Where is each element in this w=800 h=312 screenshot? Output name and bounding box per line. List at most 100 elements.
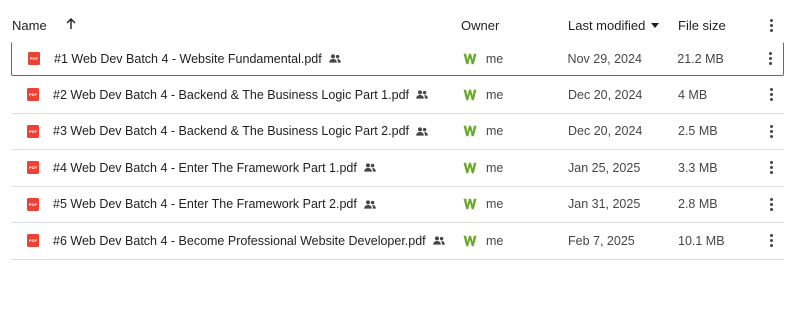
file-name[interactable]: #1 Web Dev Batch 4 - Website Fundamental… <box>54 52 322 66</box>
owner-logo-icon <box>463 88 477 102</box>
file-size-cell: 21.2 MB <box>677 52 757 66</box>
modified-date: Dec 20, 2024 <box>568 87 643 102</box>
file-size-cell: 3.3 MB <box>678 161 758 175</box>
owner-cell: me <box>461 88 568 102</box>
last-modified-cell: Jan 25, 2025 <box>568 161 678 175</box>
modified-date: Jan 25, 2025 <box>568 160 641 175</box>
sort-ascending-icon[interactable] <box>65 18 77 32</box>
file-row[interactable]: PDF #6 Web Dev Batch 4 - Become Professi… <box>11 223 784 260</box>
header-more-options-button[interactable] <box>758 15 784 35</box>
owner-logo-icon <box>463 197 477 211</box>
name-column-header[interactable]: Name <box>11 18 461 33</box>
last-modified-cell: Feb 7, 2025 <box>568 234 678 248</box>
owner-name: me <box>486 197 504 212</box>
file-row[interactable]: PDF #4 Web Dev Batch 4 - Enter The Frame… <box>11 150 784 187</box>
file-name[interactable]: #3 Web Dev Batch 4 - Backend & The Busin… <box>53 124 409 138</box>
file-name-cell: PDF #5 Web Dev Batch 4 - Enter The Frame… <box>11 197 461 211</box>
file-row[interactable]: PDF #2 Web Dev Batch 4 - Backend & The B… <box>11 77 784 114</box>
owner-name: me <box>486 87 504 102</box>
owner-column-header[interactable]: Owner <box>461 18 568 33</box>
last-modified-column-header[interactable]: Last modified <box>568 18 678 33</box>
file-name-cell: PDF #2 Web Dev Batch 4 - Backend & The B… <box>11 88 461 102</box>
more-vert-icon <box>761 158 781 178</box>
pdf-badge-text: PDF <box>28 92 38 98</box>
modified-date: Dec 20, 2024 <box>568 124 643 139</box>
modified-date: Feb 7, 2025 <box>568 233 635 248</box>
file-row[interactable]: PDF #3 Web Dev Batch 4 - Backend & The B… <box>11 114 784 150</box>
file-name[interactable]: #5 Web Dev Batch 4 - Enter The Framework… <box>53 197 357 211</box>
more-vert-icon <box>761 85 781 105</box>
file-size-cell: 4 MB <box>678 88 758 102</box>
pdf-file-icon: PDF <box>27 124 39 138</box>
owner-logo-icon <box>463 161 477 175</box>
shared-people-icon <box>328 54 341 63</box>
file-size: 2.8 MB <box>678 197 718 212</box>
owner-cell: me <box>461 124 568 138</box>
caret-down-icon[interactable] <box>651 23 660 28</box>
owner-name: me <box>486 124 504 139</box>
row-more-options-button[interactable] <box>758 194 784 214</box>
row-more-options-button[interactable] <box>758 158 784 178</box>
pdf-badge-text: PDF <box>28 128 38 134</box>
owner-header-label: Owner <box>461 17 500 33</box>
shared-people-icon <box>364 200 376 209</box>
file-name[interactable]: #2 Web Dev Batch 4 - Backend & The Busin… <box>53 88 409 102</box>
pdf-badge-text: PDF <box>28 238 38 244</box>
size-header-label: File size <box>678 17 726 33</box>
more-vert-icon <box>761 194 781 214</box>
row-more-options-button[interactable] <box>758 121 784 141</box>
pdf-file-icon: PDF <box>28 52 40 65</box>
file-rows: PDF #1 Web Dev Batch 4 - Website Fundame… <box>11 42 784 260</box>
pdf-file-icon: PDF <box>27 88 39 102</box>
file-list: Name Owner Last modified File size PDF #… <box>11 8 784 260</box>
last-modified-cell: Jan 31, 2025 <box>568 197 678 211</box>
owner-logo-icon <box>463 124 477 138</box>
file-size-column-header[interactable]: File size <box>678 18 758 33</box>
file-row[interactable]: PDF #5 Web Dev Batch 4 - Enter The Frame… <box>11 187 784 223</box>
file-size: 21.2 MB <box>677 51 724 66</box>
column-header-row: Name Owner Last modified File size <box>11 8 784 42</box>
file-name[interactable]: #6 Web Dev Batch 4 - Become Professional… <box>53 234 426 248</box>
last-modified-cell: Dec 20, 2024 <box>568 124 678 138</box>
row-more-options-button[interactable] <box>758 231 784 251</box>
shared-people-icon <box>416 90 428 99</box>
owner-cell: me <box>461 197 568 211</box>
file-size: 4 MB <box>678 87 708 102</box>
owner-name: me <box>486 160 504 175</box>
file-size: 3.3 MB <box>678 160 718 175</box>
shared-people-icon <box>364 163 376 172</box>
modified-date: Jan 31, 2025 <box>568 197 641 212</box>
shared-people-icon <box>432 236 445 245</box>
file-name-cell: PDF #4 Web Dev Batch 4 - Enter The Frame… <box>11 161 461 175</box>
row-more-options-button[interactable] <box>757 49 783 69</box>
owner-logo-icon <box>463 52 477 66</box>
file-size: 2.5 MB <box>678 124 718 139</box>
more-vert-icon <box>760 49 780 69</box>
pdf-file-icon: PDF <box>27 197 39 211</box>
file-size-cell: 2.8 MB <box>678 197 758 211</box>
shared-people-icon <box>416 127 428 136</box>
more-vert-icon <box>761 15 781 35</box>
pdf-badge-text: PDF <box>28 201 38 207</box>
last-modified-cell: Dec 20, 2024 <box>568 88 678 102</box>
file-name-cell: PDF #3 Web Dev Batch 4 - Backend & The B… <box>11 124 461 138</box>
pdf-file-icon: PDF <box>27 234 39 248</box>
owner-logo-icon <box>463 234 477 248</box>
more-vert-icon <box>761 121 781 141</box>
pdf-badge-text: PDF <box>29 56 39 61</box>
owner-name: me <box>486 233 504 248</box>
owner-cell: me <box>461 161 568 175</box>
file-name[interactable]: #4 Web Dev Batch 4 - Enter The Framework… <box>53 161 357 175</box>
file-size-cell: 2.5 MB <box>678 124 758 138</box>
modified-header-label: Last modified <box>568 17 646 33</box>
name-header-label: Name <box>12 17 47 33</box>
row-more-options-button[interactable] <box>758 85 784 105</box>
pdf-badge-text: PDF <box>28 165 38 171</box>
owner-name: me <box>485 51 504 66</box>
owner-cell: me <box>461 234 568 248</box>
file-row[interactable]: PDF #1 Web Dev Batch 4 - Website Fundame… <box>11 42 784 76</box>
more-vert-icon <box>761 231 781 251</box>
pdf-file-icon: PDF <box>27 161 39 175</box>
file-name-cell: PDF #1 Web Dev Batch 4 - Website Fundame… <box>12 52 461 66</box>
last-modified-cell: Nov 29, 2024 <box>568 52 678 66</box>
